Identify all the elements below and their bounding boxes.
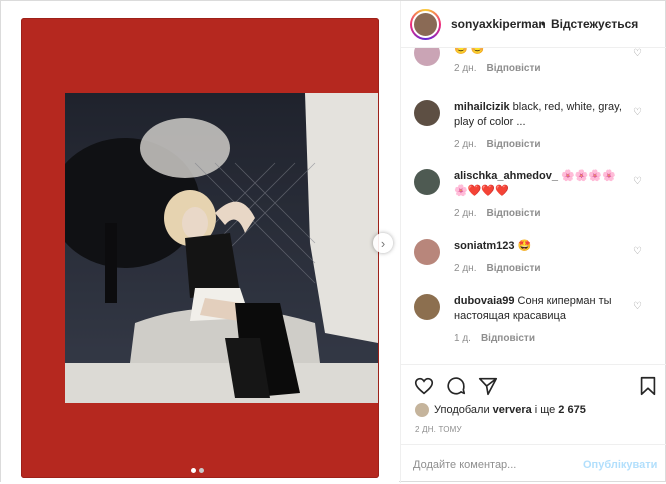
instagram-post: › sonyaxkiperman • Відстежується 😊 😊 2 д… [0,0,666,483]
story-ring[interactable] [410,9,441,40]
partial-emoji: 😊 😊 [454,48,485,55]
add-comment-bar: Опублікувати [401,444,666,484]
comment-time: 1 д. [454,333,471,344]
comment-meta: 2 дн. Відповісти [454,139,541,150]
reply-button[interactable]: Відповісти [481,333,535,344]
comment-body: 🤩 [517,240,532,252]
photo [65,93,378,403]
heart-icon[interactable]: ♡ [633,176,643,187]
comment-meta: 2 дн. Відповісти [454,263,541,274]
avatar [415,403,429,417]
avatar [412,11,439,38]
comment-username[interactable]: dubovaia99 [454,295,515,307]
comment-text: dubovaia99 Соня киперман ты настоящая кра… [454,294,632,324]
comment-time: 2 дн. [454,139,477,150]
post-photo [65,93,378,403]
reply-button[interactable]: Відповісти [486,263,540,274]
avatar[interactable] [414,239,440,265]
likes-user[interactable]: ververa [493,404,532,416]
likes-middle: і ще [534,404,556,416]
carousel-indicator [191,468,204,473]
like-icon[interactable] [413,375,435,397]
comment-meta: 1 д. Відповісти [454,333,535,344]
comment-time: 2 дн. [454,63,477,74]
post-time[interactable]: 2 ДН. ТОМУ [415,425,462,434]
reply-button[interactable]: Відповісти [486,208,540,219]
post-actions: Уподобали ververa і ще 2 675 2 ДН. ТОМУ [401,364,666,445]
carousel-next-button[interactable]: › [373,233,393,253]
chevron-right-icon: › [380,235,386,251]
avatar[interactable] [414,294,440,320]
following-button[interactable]: Відстежується [551,17,638,31]
avatar[interactable] [414,169,440,195]
heart-icon[interactable]: ♡ [633,301,643,312]
likes-prefix: Уподобали [434,404,490,416]
comment-username[interactable]: alischka_ahmedov_ [454,170,558,182]
comment-username[interactable]: soniatm123 [454,240,515,252]
comment-text: 😊 😊 [454,48,632,57]
heart-icon[interactable]: ♡ [633,48,643,59]
likes-count[interactable]: 2 675 [558,404,586,416]
comment-text: alischka_ahmedov_ 🌸🌸🌸🌸 🌸❤️❤️❤️ [454,169,632,199]
comment-input[interactable] [413,457,573,473]
bookmark-icon[interactable] [637,375,659,397]
comments-list[interactable]: 😊 😊 2 дн. Відповісти ♡ mihailcizik black,… [401,48,666,363]
header-separator: • [541,17,546,31]
heart-icon[interactable]: ♡ [633,246,643,257]
comment-time: 2 дн. [454,208,477,219]
publish-button[interactable]: Опублікувати [583,459,657,471]
avatar[interactable] [414,100,440,126]
comment-text: soniatm123 🤩 [454,239,632,254]
side-panel: sonyaxkiperman • Відстежується 😊 😊 2 дн.… [400,1,666,483]
comment-meta: 2 дн. Відповісти [454,208,541,219]
polaroid-frame [21,18,379,478]
comment-meta: 2 дн. Відповісти [454,63,541,74]
comment-icon[interactable] [445,375,467,397]
comment-time: 2 дн. [454,263,477,274]
post-media: › [1,1,399,483]
reply-button[interactable]: Відповісти [486,139,540,150]
avatar[interactable] [414,48,440,66]
comment-username[interactable]: mihailcizik [454,101,510,113]
likes-summary: Уподобали ververa і ще 2 675 [415,403,589,417]
heart-icon[interactable]: ♡ [633,107,643,118]
comment-text: mihailcizik black, red, white, gray, play… [454,100,632,130]
carousel-dot-active [191,468,196,473]
header-username[interactable]: sonyaxkiperman [451,17,546,31]
share-icon[interactable] [477,375,499,397]
carousel-dot [199,468,204,473]
post-header: sonyaxkiperman • Відстежується [401,1,666,48]
reply-button[interactable]: Відповісти [486,63,540,74]
